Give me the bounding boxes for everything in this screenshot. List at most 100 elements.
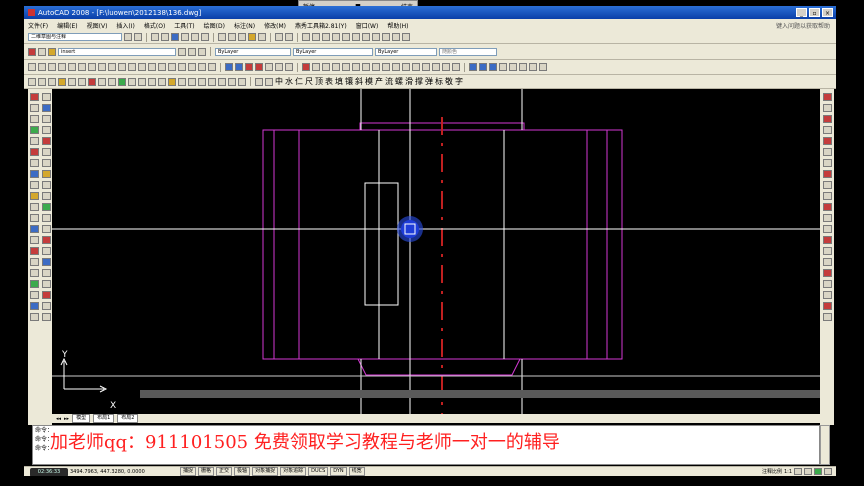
- side-tool-icon[interactable]: [29, 269, 39, 277]
- copy-icon[interactable]: [228, 33, 236, 41]
- undo-icon[interactable]: [275, 33, 283, 41]
- mtext-icon[interactable]: [198, 63, 206, 71]
- side-tool-icon[interactable]: [822, 203, 832, 211]
- yx-glyph-button[interactable]: 镶: [345, 77, 353, 86]
- side-tool-icon[interactable]: [41, 280, 51, 288]
- side-tool-icon[interactable]: [29, 214, 39, 222]
- otrack-toggle[interactable]: 对象追踪: [280, 467, 307, 476]
- design-center-icon[interactable]: [352, 33, 360, 41]
- dim-aligned-icon[interactable]: [235, 63, 243, 71]
- scale-icon[interactable]: [372, 63, 380, 71]
- menu-view[interactable]: 视图(V): [87, 21, 108, 30]
- tab-layout2[interactable]: 布局2: [117, 414, 139, 423]
- rectangle-icon[interactable]: [58, 63, 66, 71]
- yx-glyph-button[interactable]: 填: [335, 77, 343, 86]
- yx-tool-icon[interactable]: [88, 77, 96, 86]
- yx-tool-icon[interactable]: [98, 77, 106, 86]
- dyn-toggle[interactable]: DYN: [330, 467, 347, 476]
- yx-tool-icon[interactable]: [158, 77, 166, 86]
- yx-tool-icon[interactable]: [178, 77, 186, 86]
- yx-tool-icon[interactable]: [208, 77, 216, 86]
- ellipse-icon[interactable]: [108, 63, 116, 71]
- publish-icon[interactable]: [201, 33, 209, 41]
- layer-previous-icon[interactable]: [188, 47, 196, 56]
- yx-tool-icon[interactable]: [168, 77, 176, 86]
- side-tool-icon[interactable]: [29, 159, 39, 167]
- yx-tool-icon[interactable]: [28, 77, 36, 86]
- yx-glyph-button[interactable]: 表: [325, 77, 333, 86]
- yx-glyph-button[interactable]: 敬: [445, 77, 453, 86]
- side-tool-icon[interactable]: [29, 280, 39, 288]
- side-tool-icon[interactable]: [29, 313, 39, 321]
- yx-tool-icon[interactable]: [218, 77, 226, 86]
- side-tool-icon[interactable]: [41, 236, 51, 244]
- quickcalc-icon[interactable]: [392, 33, 400, 41]
- polygon-icon[interactable]: [48, 63, 56, 71]
- side-tool-icon[interactable]: [41, 159, 51, 167]
- yx-tool-icon[interactable]: [58, 77, 66, 86]
- yx-glyph-button[interactable]: 产: [375, 77, 383, 86]
- zoom-all-icon[interactable]: [499, 63, 507, 71]
- save-icon[interactable]: [171, 33, 179, 41]
- menu-modify[interactable]: 修改(M): [264, 21, 286, 30]
- side-tool-icon[interactable]: [822, 236, 832, 244]
- markup-icon[interactable]: [382, 33, 390, 41]
- side-tool-icon[interactable]: [29, 115, 39, 123]
- menu-insert[interactable]: 插入(I): [116, 21, 134, 30]
- yx-tool-icon[interactable]: [188, 77, 196, 86]
- explode-icon[interactable]: [452, 63, 460, 71]
- yx-glyph-button[interactable]: 标: [435, 77, 443, 86]
- yx-tool-icon[interactable]: [265, 77, 273, 86]
- yx-tool-icon[interactable]: [78, 77, 86, 86]
- layer-on-icon[interactable]: [48, 47, 56, 56]
- yx-tool-icon[interactable]: [118, 77, 126, 86]
- array-icon[interactable]: [342, 63, 350, 71]
- make-block-icon[interactable]: [138, 63, 146, 71]
- mirror-icon[interactable]: [322, 63, 330, 71]
- yx-tool-icon[interactable]: [128, 77, 136, 86]
- side-tool-icon[interactable]: [29, 192, 39, 200]
- layer-isolate-icon[interactable]: [198, 47, 206, 56]
- side-tool-icon[interactable]: [29, 137, 39, 145]
- side-tool-icon[interactable]: [822, 291, 832, 299]
- zoom-scale-icon[interactable]: [509, 63, 517, 71]
- tab-nav-icon[interactable]: ◂◂: [56, 416, 61, 422]
- side-tool-icon[interactable]: [822, 225, 832, 233]
- line-icon[interactable]: [28, 63, 36, 71]
- rotate-icon[interactable]: [362, 63, 370, 71]
- zoom-object-icon[interactable]: [529, 63, 537, 71]
- side-tool-icon[interactable]: [822, 148, 832, 156]
- add-selected-icon[interactable]: [208, 63, 216, 71]
- side-tool-icon[interactable]: [822, 258, 832, 266]
- arc-icon[interactable]: [68, 63, 76, 71]
- revcloud-icon[interactable]: [88, 63, 96, 71]
- zoom-previous-icon[interactable]: [332, 33, 340, 41]
- dimension-icon[interactable]: [225, 63, 233, 71]
- annotation-visibility-icon[interactable]: [794, 468, 802, 475]
- stretch-icon[interactable]: [382, 63, 390, 71]
- side-tool-icon[interactable]: [29, 203, 39, 211]
- side-tool-icon[interactable]: [822, 313, 832, 321]
- side-tool-icon[interactable]: [822, 280, 832, 288]
- side-tool-icon[interactable]: [41, 302, 51, 310]
- copy-object-icon[interactable]: [312, 63, 320, 71]
- drawing-svg[interactable]: Y X: [52, 89, 820, 414]
- side-tool-icon[interactable]: [41, 203, 51, 211]
- side-tool-icon[interactable]: [29, 258, 39, 266]
- yx-tool-icon[interactable]: [38, 77, 46, 86]
- side-tool-icon[interactable]: [822, 126, 832, 134]
- side-tool-icon[interactable]: [41, 269, 51, 277]
- yx-glyph-button[interactable]: 撑: [415, 77, 423, 86]
- match-properties-icon[interactable]: [248, 33, 256, 41]
- tab-model[interactable]: 模型: [72, 414, 91, 423]
- side-tool-icon[interactable]: [822, 159, 832, 167]
- make-current-icon[interactable]: [178, 47, 186, 56]
- color-select[interactable]: ByLayer: [215, 47, 291, 56]
- new-icon[interactable]: [151, 33, 159, 41]
- menu-tools[interactable]: 工具(T): [174, 21, 194, 30]
- close-icon[interactable]: ×: [822, 8, 833, 17]
- cut-icon[interactable]: [218, 33, 226, 41]
- menu-help[interactable]: 帮助(H): [387, 21, 408, 30]
- side-tool-icon[interactable]: [41, 93, 51, 101]
- pan-icon[interactable]: [302, 33, 310, 41]
